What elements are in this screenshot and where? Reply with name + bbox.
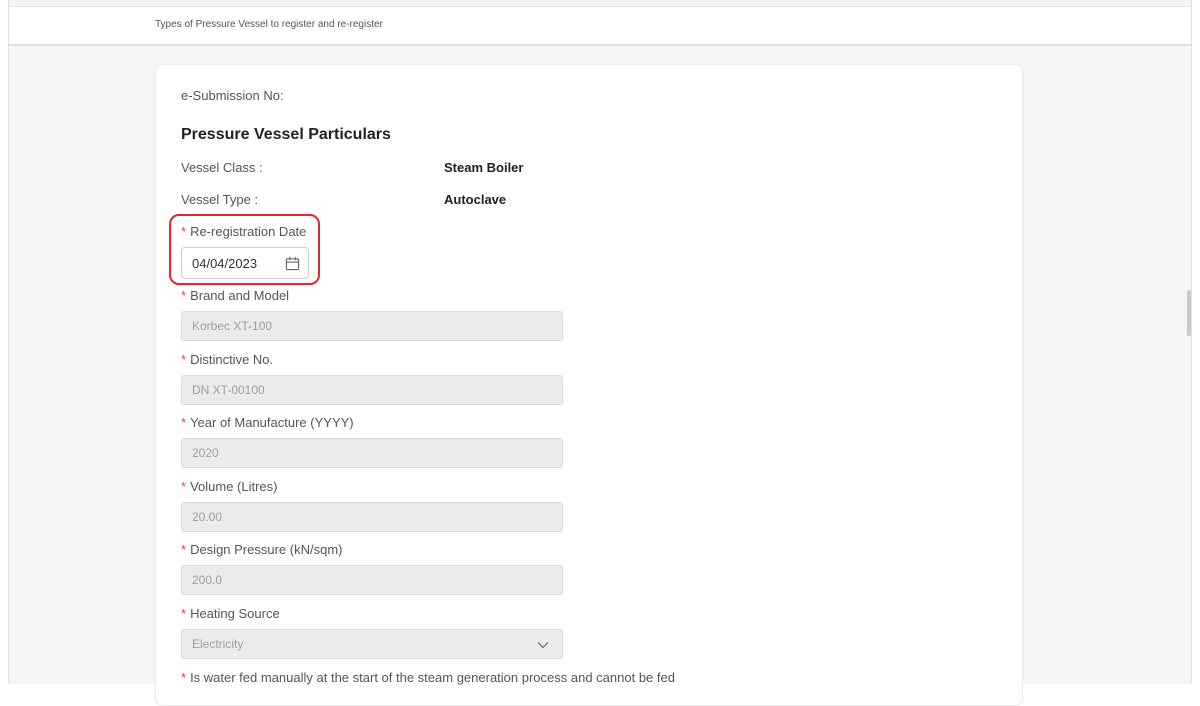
- volume-label: * Volume (Litres): [181, 479, 278, 494]
- calendar-icon[interactable]: [285, 256, 300, 271]
- section-title: Pressure Vessel Particulars: [181, 126, 391, 143]
- reregistration-date-label: * Re-registration Date: [181, 224, 307, 239]
- form-card: e-Submission No: Pressure Vessel Particu…: [155, 64, 1023, 706]
- required-mark: *: [181, 479, 187, 494]
- year-of-manufacture-label: * Year of Manufacture (YYYY): [181, 415, 354, 430]
- vessel-class-label: Vessel Class :: [181, 160, 263, 175]
- chevron-down-icon[interactable]: [536, 638, 550, 652]
- water-fed-question-label: * Is water fed manually at the start of t…: [181, 670, 675, 685]
- required-mark: *: [181, 224, 187, 239]
- brand-model-label: * Brand and Model: [181, 288, 290, 303]
- volume-input[interactable]: 20.00: [181, 502, 563, 532]
- required-mark: *: [181, 670, 187, 685]
- required-mark: *: [181, 542, 187, 557]
- vessel-type-value: Autoclave: [444, 192, 507, 207]
- year-of-manufacture-input[interactable]: 2020: [181, 438, 563, 468]
- reregistration-date-picker[interactable]: 04/04/2023: [181, 247, 309, 279]
- heating-source-value: Electricity: [192, 637, 244, 651]
- heating-source-select[interactable]: Electricity: [181, 629, 563, 659]
- vessel-type-label: Vessel Type :: [181, 192, 259, 207]
- breadcrumb: Types of Pressure Vessel to register and…: [155, 19, 383, 30]
- app-frame: Types of Pressure Vessel to register and…: [8, 0, 1192, 706]
- design-pressure-label: * Design Pressure (kN/sqm): [181, 542, 343, 557]
- submission-no-label: e-Submission No:: [181, 88, 284, 103]
- heating-source-label: * Heating Source: [181, 606, 280, 621]
- reregistration-date-value: 04/04/2023: [192, 256, 258, 271]
- required-mark: *: [181, 415, 187, 430]
- required-mark: *: [181, 352, 187, 367]
- required-mark: *: [181, 288, 187, 303]
- distinctive-no-label: * Distinctive No.: [181, 352, 274, 367]
- vessel-class-value: Steam Boiler: [444, 160, 524, 175]
- brand-model-input[interactable]: Korbec XT-100: [181, 311, 563, 341]
- distinctive-no-input[interactable]: DN XT-00100: [181, 375, 563, 405]
- design-pressure-input[interactable]: 200.0: [181, 565, 563, 595]
- required-mark: *: [181, 606, 187, 621]
- scrollbar-thumb[interactable]: [1187, 290, 1191, 336]
- header-bar: Types of Pressure Vessel to register and…: [9, 6, 1191, 46]
